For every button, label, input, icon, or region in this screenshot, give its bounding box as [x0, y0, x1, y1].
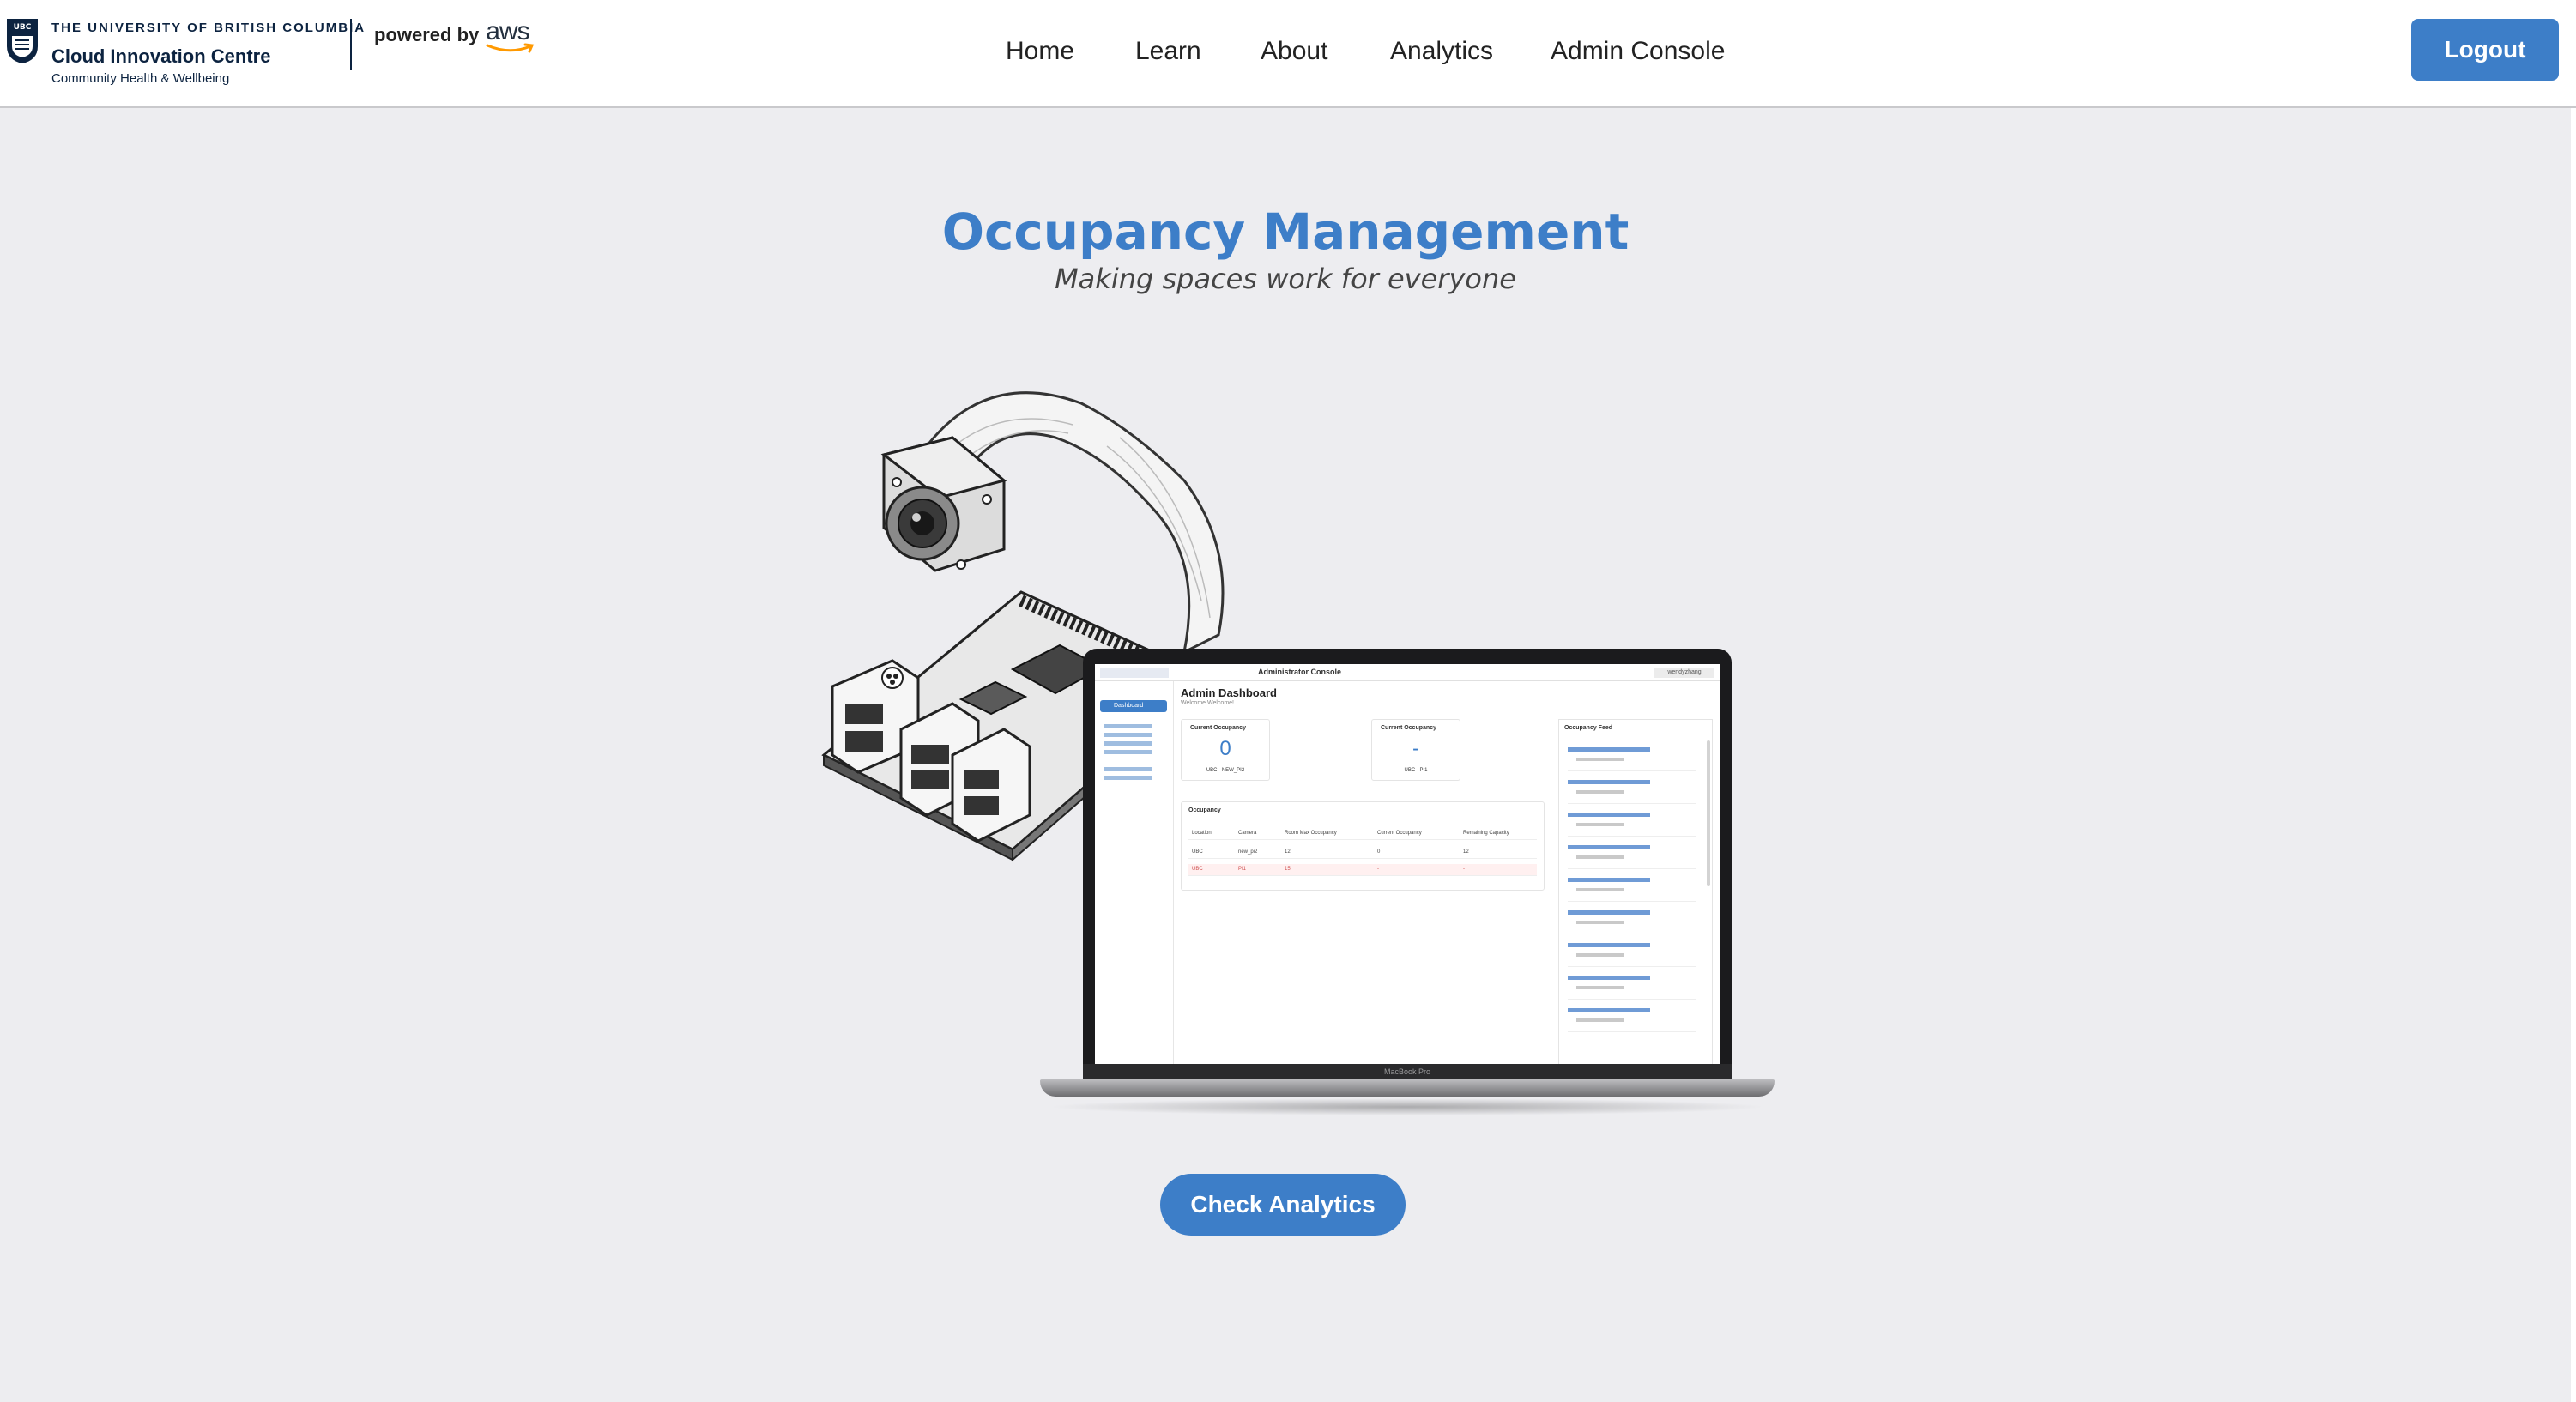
check-analytics-button[interactable]: Check Analytics: [1160, 1174, 1406, 1236]
mini-feed-item: [1568, 778, 1696, 804]
mini-sidebar-line: [1104, 767, 1152, 771]
mini-table-title: Occupancy: [1188, 807, 1221, 813]
mini-table-cell: 0: [1377, 849, 1381, 855]
mini-table-cell: new_pi2: [1238, 849, 1258, 855]
mini-feed-item: [1568, 811, 1696, 837]
nav-about[interactable]: About: [1261, 33, 1327, 70]
main-nav: Home Learn About Analytics Admin Console: [0, 33, 2576, 70]
mini-occupancy-card: Current Occupancy 0 UBC - NEW_PI2: [1181, 719, 1270, 781]
mini-feed-item: [1568, 1006, 1696, 1032]
nav-learn[interactable]: Learn: [1135, 33, 1201, 70]
mini-feed-title: Occupancy Feed: [1564, 725, 1613, 731]
mini-console-sidebar: Dashboard: [1095, 681, 1174, 1064]
site-header: UBC THE UNIVERSITY OF BRITISH COLUMBIA C…: [0, 0, 2576, 108]
nav-analytics[interactable]: Analytics: [1390, 33, 1493, 70]
mini-occupancy-feed: Occupancy Feed: [1558, 719, 1713, 1064]
laptop-display: Administrator Console wendyzhang Dashboa…: [1095, 664, 1720, 1064]
mini-feed-item: [1568, 974, 1696, 1000]
brand-community: Community Health & Wellbeing: [51, 71, 230, 86]
mini-console-user: wendyzhang: [1654, 668, 1714, 678]
page-subtitle: Making spaces work for everyone: [1055, 263, 1516, 295]
mini-table-cell: 12: [1285, 849, 1291, 855]
mini-table-header: Location: [1192, 831, 1212, 836]
mini-feed-scrollbar: [1707, 740, 1710, 886]
mini-console-title: Administrator Console: [1258, 668, 1342, 676]
laptop-base: [1040, 1079, 1775, 1097]
mini-feed-item: [1568, 909, 1696, 934]
mini-table-header-row: Location Camera Room Max Occupancy Curre…: [1188, 828, 1537, 840]
logout-button[interactable]: Logout: [2411, 19, 2559, 81]
mini-table-header: Current Occupancy: [1377, 831, 1422, 836]
mini-table-header: Room Max Occupancy: [1285, 831, 1337, 836]
nav-admin-console[interactable]: Admin Console: [1551, 33, 1725, 70]
mini-sidebar-line: [1104, 724, 1152, 728]
mini-table-cell: UBC: [1192, 849, 1203, 855]
mini-table-header: Remaining Capacity: [1463, 831, 1509, 836]
svg-text:UBC: UBC: [14, 23, 32, 32]
nav-home[interactable]: Home: [1006, 33, 1074, 70]
mini-occupancy-table: Occupancy Location Camera Room Max Occup…: [1181, 801, 1545, 891]
page-right-edge: [2571, 108, 2576, 1402]
mini-dashboard-welcome: Welcome Welcome!: [1181, 700, 1234, 706]
mini-table-cell: 15: [1285, 867, 1291, 872]
mini-sidebar-dashboard: Dashboard: [1100, 700, 1167, 712]
mini-feed-item: [1568, 746, 1696, 771]
mini-table-header: Camera: [1238, 831, 1257, 836]
mini-card-label: UBC - NEW_PI2: [1206, 768, 1245, 773]
mini-table-cell: -: [1463, 867, 1465, 872]
laptop-screen: Administrator Console wendyzhang Dashboa…: [1083, 649, 1732, 1064]
mini-card-title: Current Occupancy: [1381, 725, 1436, 731]
mini-table-row: UBC PI1 15 - -: [1188, 864, 1537, 876]
mini-occupancy-card: Current Occupancy - UBC - PI1: [1371, 719, 1460, 781]
mini-dashboard-title: Admin Dashboard: [1181, 686, 1277, 699]
mini-table-cell: -: [1377, 867, 1379, 872]
mini-console-header: Administrator Console wendyzhang: [1095, 664, 1720, 681]
mini-table-cell: 12: [1463, 849, 1469, 855]
mini-table-row: UBC new_pi2 12 0 12: [1188, 847, 1537, 859]
mini-card-value: -: [1412, 737, 1419, 760]
laptop-model-label: MacBook Pro: [1383, 1067, 1431, 1076]
mini-sidebar-line: [1104, 776, 1152, 780]
mini-card-label: UBC - PI1: [1404, 768, 1428, 773]
mini-card-value: 0: [1219, 737, 1231, 760]
mini-sidebar-line: [1104, 733, 1152, 737]
mini-console-logo: [1100, 668, 1169, 678]
mini-feed-item: [1568, 876, 1696, 902]
mini-feed-item: [1568, 941, 1696, 967]
mini-table-cell: UBC: [1192, 867, 1203, 872]
page-title: Occupancy Management: [941, 202, 1630, 261]
mini-table-cell: PI1: [1238, 867, 1247, 872]
mini-card-title: Current Occupancy: [1190, 725, 1246, 731]
laptop-shadow: [1047, 1098, 1768, 1115]
camera-module-illustration: [880, 436, 1007, 572]
mini-sidebar-line: [1104, 750, 1152, 754]
mini-sidebar-line: [1104, 741, 1152, 746]
mini-feed-item: [1568, 843, 1696, 869]
